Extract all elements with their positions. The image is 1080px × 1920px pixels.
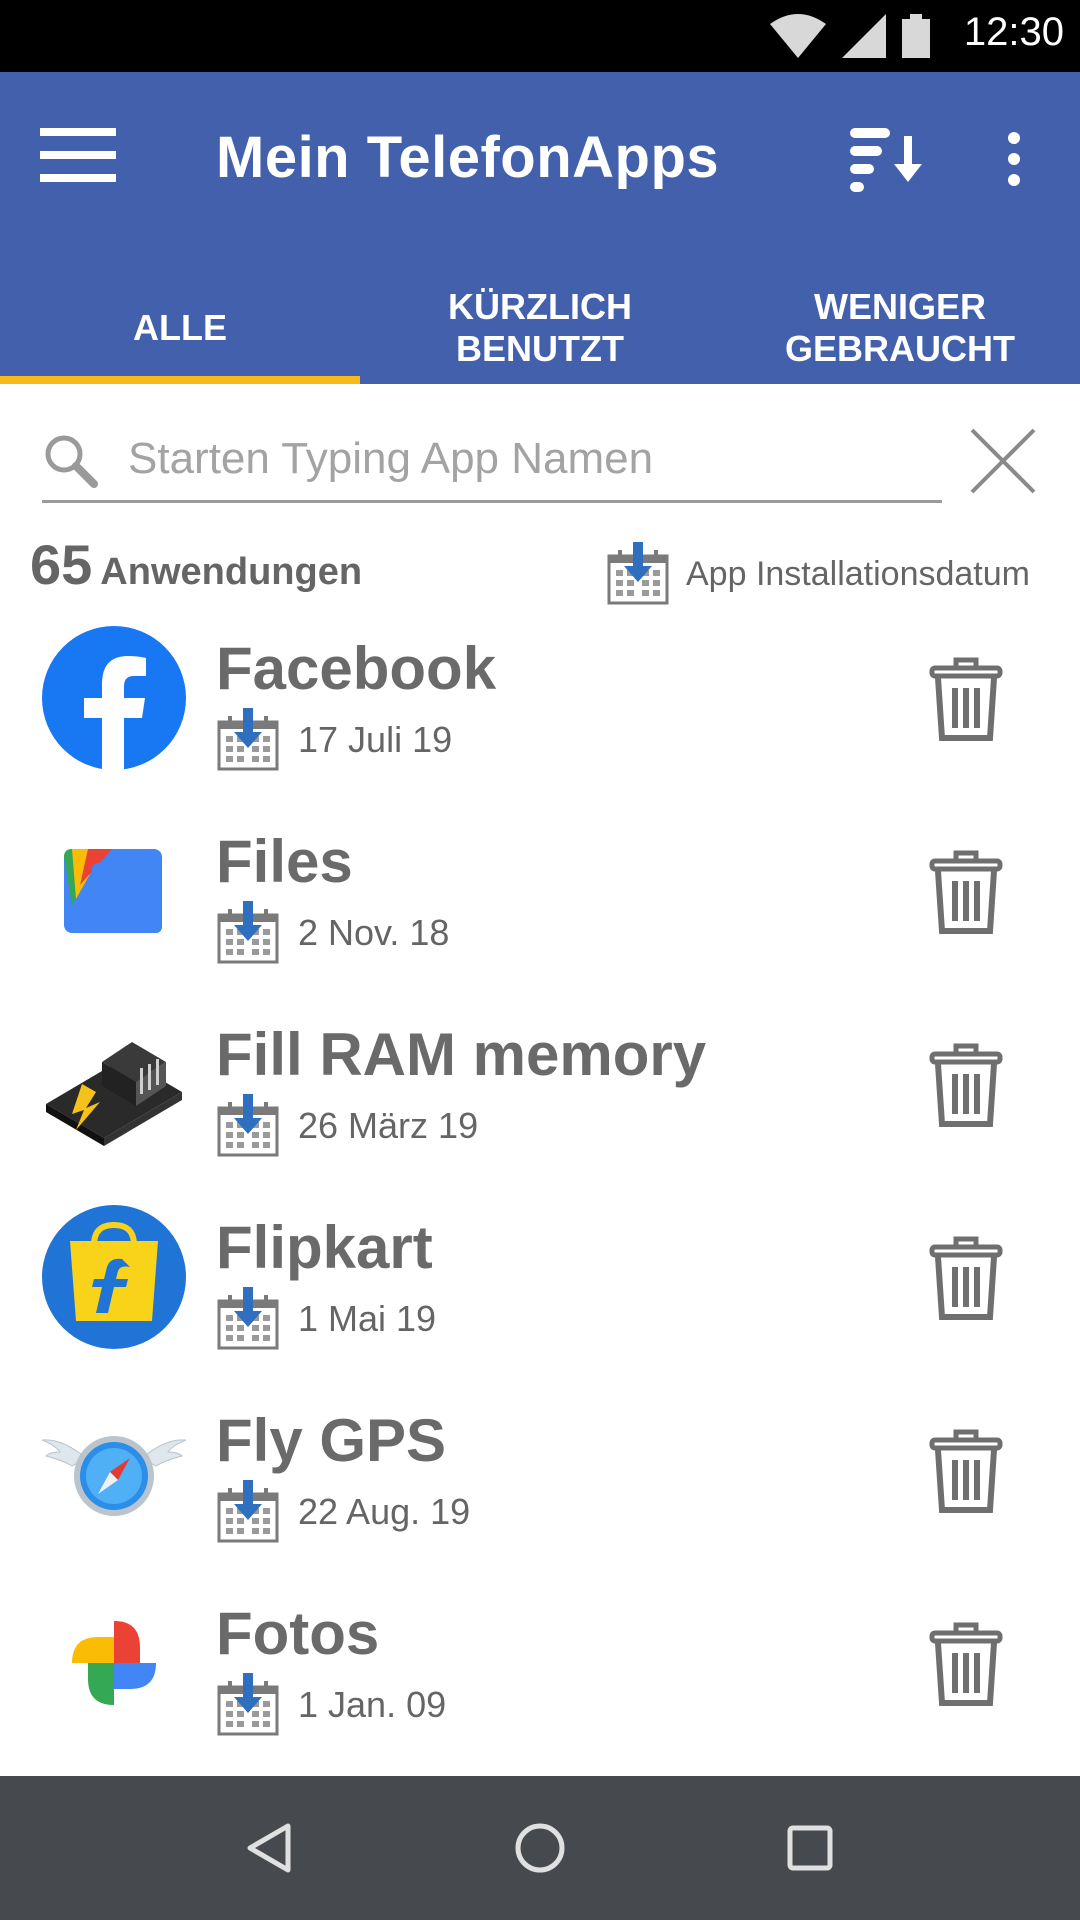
tab-label: KÜRZLICH BENUTZT bbox=[448, 286, 632, 369]
signal-icon bbox=[842, 14, 886, 58]
app-name: Fotos bbox=[216, 1600, 380, 1667]
uninstall-trash-icon[interactable] bbox=[928, 1042, 1004, 1128]
flipkart-icon bbox=[42, 1205, 186, 1349]
app-name: Files bbox=[216, 828, 353, 895]
sort-button[interactable] bbox=[846, 120, 926, 200]
app-name: Fly GPS bbox=[216, 1407, 447, 1474]
fly-gps-icon bbox=[42, 1436, 186, 1516]
wifi-icon bbox=[770, 14, 826, 58]
sort-label: App Installationsdatum bbox=[686, 554, 1030, 593]
photos-icon bbox=[72, 1621, 156, 1705]
uninstall-trash-icon[interactable] bbox=[928, 656, 1004, 742]
list-item[interactable]: Fotos 1 Jan. 09 bbox=[0, 1579, 1080, 1772]
app-count-label: Anwendungen bbox=[100, 551, 363, 593]
page-title: Mein TelefonApps bbox=[216, 125, 720, 190]
search-input[interactable] bbox=[126, 416, 930, 502]
install-date-text: 17 Juli 19 bbox=[298, 719, 453, 760]
app-list: Facebook 17 Juli 19 Files 2 Nov. 18 Fill… bbox=[0, 614, 1080, 1772]
close-icon bbox=[970, 428, 1036, 494]
system-nav-bar bbox=[0, 1776, 1080, 1920]
app-count: 65 bbox=[30, 533, 93, 596]
uninstall-trash-icon[interactable] bbox=[928, 849, 1004, 935]
more-vert-icon bbox=[1008, 132, 1020, 186]
app-name: Flipkart bbox=[216, 1214, 433, 1281]
uninstall-trash-icon[interactable] bbox=[928, 1235, 1004, 1321]
list-item[interactable]: Fly GPS 22 Aug. 19 bbox=[0, 1386, 1080, 1579]
install-date: 2 Nov. 18 bbox=[216, 901, 449, 965]
battery-icon bbox=[902, 14, 930, 58]
status-icons bbox=[770, 14, 930, 58]
ram-memory-icon bbox=[46, 1042, 182, 1146]
status-bar: 12:30 bbox=[0, 0, 1080, 72]
calendar-download-icon bbox=[606, 542, 670, 606]
tab-all[interactable]: ALLE bbox=[0, 272, 360, 384]
sort-descending-icon bbox=[850, 128, 922, 192]
calendar-download-icon bbox=[216, 1673, 280, 1737]
clear-search-button[interactable] bbox=[966, 424, 1040, 498]
files-icon bbox=[64, 849, 162, 933]
search-icon bbox=[45, 435, 98, 488]
home-icon bbox=[515, 1823, 565, 1873]
more-options-button[interactable] bbox=[992, 124, 1036, 204]
install-date-text: 22 Aug. 19 bbox=[298, 1491, 471, 1532]
install-date: 22 Aug. 19 bbox=[216, 1480, 470, 1544]
back-icon bbox=[247, 1823, 291, 1873]
recents-icon bbox=[787, 1825, 833, 1871]
app-bar: Mein TelefonApps ALLE KÜRZLICH BENUTZT W… bbox=[0, 72, 1080, 384]
tab-less-used[interactable]: WENIGER GEBRAUCHT bbox=[720, 272, 1080, 384]
install-date: 1 Jan. 09 bbox=[216, 1673, 446, 1737]
calendar-download-icon bbox=[216, 708, 280, 772]
tab-bar: ALLE KÜRZLICH BENUTZT WENIGER GEBRAUCHT bbox=[0, 272, 1080, 384]
install-date: 26 März 19 bbox=[216, 1094, 478, 1158]
app-name: Facebook bbox=[216, 635, 497, 702]
list-item[interactable]: Files 2 Nov. 18 bbox=[0, 807, 1080, 1000]
install-date-text: 1 Mai 19 bbox=[298, 1298, 437, 1339]
sort-by-install-date[interactable]: App Installationsdatum bbox=[606, 542, 1030, 606]
install-date-text: 1 Jan. 09 bbox=[298, 1684, 447, 1725]
list-item[interactable]: Facebook 17 Juli 19 bbox=[0, 614, 1080, 807]
install-date: 17 Juli 19 bbox=[216, 708, 452, 772]
app-name: Fill RAM memory bbox=[216, 1021, 707, 1088]
menu-button[interactable] bbox=[40, 128, 124, 194]
back-button[interactable] bbox=[234, 1812, 306, 1884]
tab-recently-used[interactable]: KÜRZLICH BENUTZT bbox=[360, 272, 720, 384]
hamburger-menu-icon bbox=[40, 128, 116, 182]
tab-label: WENIGER GEBRAUCHT bbox=[785, 286, 1015, 369]
uninstall-trash-icon[interactable] bbox=[928, 1621, 1004, 1707]
calendar-download-icon bbox=[216, 1287, 280, 1351]
install-date-text: 26 März 19 bbox=[298, 1105, 479, 1146]
status-time: 12:30 bbox=[963, 10, 1064, 54]
calendar-download-icon bbox=[216, 1094, 280, 1158]
calendar-download-icon bbox=[216, 1480, 280, 1544]
recents-button[interactable] bbox=[774, 1812, 846, 1884]
calendar-download-icon bbox=[216, 901, 280, 965]
install-date: 1 Mai 19 bbox=[216, 1287, 436, 1351]
uninstall-trash-icon[interactable] bbox=[928, 1428, 1004, 1514]
search-bar bbox=[42, 416, 942, 503]
facebook-icon bbox=[42, 626, 186, 770]
tab-label: ALLE bbox=[133, 307, 227, 348]
summary-row: 65 Anwendungen App Installationsdatum bbox=[30, 532, 1060, 602]
home-button[interactable] bbox=[504, 1812, 576, 1884]
install-date-text: 2 Nov. 18 bbox=[298, 912, 450, 953]
list-item[interactable]: Fill RAM memory 26 März 19 bbox=[0, 1000, 1080, 1193]
list-item[interactable]: Flipkart 1 Mai 19 bbox=[0, 1193, 1080, 1386]
